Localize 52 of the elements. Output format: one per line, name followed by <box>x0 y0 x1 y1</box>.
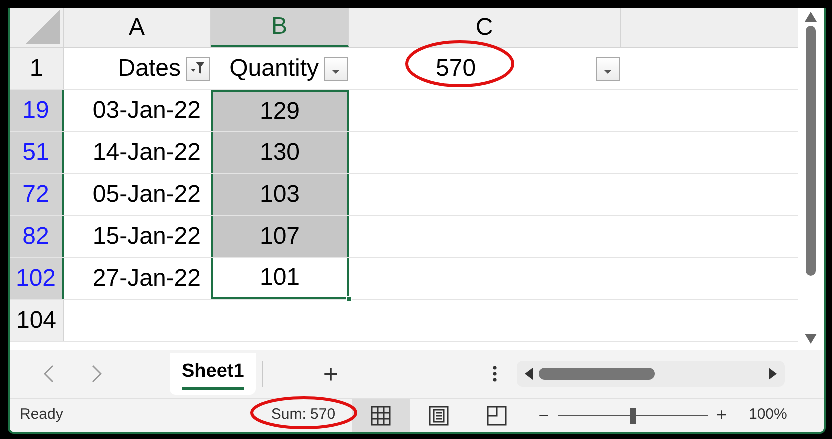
scroll-down-icon[interactable] <box>805 334 817 344</box>
row-header[interactable]: 102 <box>10 258 64 299</box>
table-cell-text: 570 <box>435 54 478 84</box>
row-header[interactable]: 72 <box>10 174 64 215</box>
filter-dropdown-button[interactable] <box>324 56 348 80</box>
table-cell-text: 130 <box>260 138 300 168</box>
filter-dropdown-button[interactable] <box>186 56 210 80</box>
row-header[interactable]: 51 <box>10 132 64 173</box>
sheet-tab[interactable]: Sheet1 <box>170 353 256 395</box>
row-header[interactable]: 104 <box>10 300 64 341</box>
row-header[interactable]: 1 <box>10 48 64 89</box>
fill-handle[interactable] <box>346 296 352 302</box>
view-button[interactable] <box>352 399 410 432</box>
scroll-left-icon[interactable] <box>524 368 532 380</box>
grid-icon <box>370 406 391 426</box>
filter-dropdown-button[interactable] <box>596 56 620 80</box>
sum-indicator: Sum: 570 <box>271 406 336 424</box>
page-layout-icon <box>428 406 449 426</box>
chevron-right-icon[interactable] <box>92 365 102 383</box>
zoom-percentage: 100% <box>749 405 788 426</box>
chevron-left-icon[interactable] <box>44 365 54 383</box>
more-options-icon[interactable] <box>492 366 496 382</box>
table-cell-text: 05-Jan-22 <box>92 180 201 210</box>
column-header[interactable]: C <box>349 8 621 47</box>
add-sheet-button[interactable]: + <box>323 361 338 387</box>
table-cell-text: Quantity <box>228 54 320 84</box>
zoom-slider-thumb[interactable] <box>630 408 636 424</box>
row-header[interactable]: 82 <box>10 216 64 257</box>
scrollbar-thumb[interactable] <box>538 368 654 380</box>
dropdown-arrow-icon <box>604 70 612 74</box>
scroll-right-icon[interactable] <box>768 368 776 380</box>
zoom-out-button[interactable]: – <box>540 404 548 428</box>
scroll-up-icon[interactable] <box>805 12 817 22</box>
horizontal-scrollbar[interactable] <box>516 361 784 387</box>
table-cell-text: 101 <box>260 262 300 292</box>
table-cell-text: 03-Jan-22 <box>92 96 201 126</box>
filter-funnel-icon <box>191 62 205 74</box>
table-cell-text: 103 <box>260 180 300 210</box>
table-cell-text: 129 <box>260 96 300 126</box>
table-cell-text: Dates <box>117 54 182 84</box>
zoom-in-button[interactable]: + <box>716 402 727 429</box>
zoom-slider[interactable] <box>558 406 708 424</box>
table-cell-text: 14-Jan-22 <box>92 138 201 168</box>
table-cell-text: 15-Jan-22 <box>92 222 201 252</box>
dropdown-arrow-icon <box>332 70 340 74</box>
table-cell-text: 27-Jan-22 <box>92 264 201 294</box>
row-header[interactable]: 19 <box>10 90 64 131</box>
table-cell-text: 107 <box>260 222 300 252</box>
scrollbar-thumb[interactable] <box>806 26 816 276</box>
page-break-icon <box>486 406 507 426</box>
status-text: Ready <box>20 405 64 426</box>
column-header[interactable]: B <box>211 8 349 47</box>
